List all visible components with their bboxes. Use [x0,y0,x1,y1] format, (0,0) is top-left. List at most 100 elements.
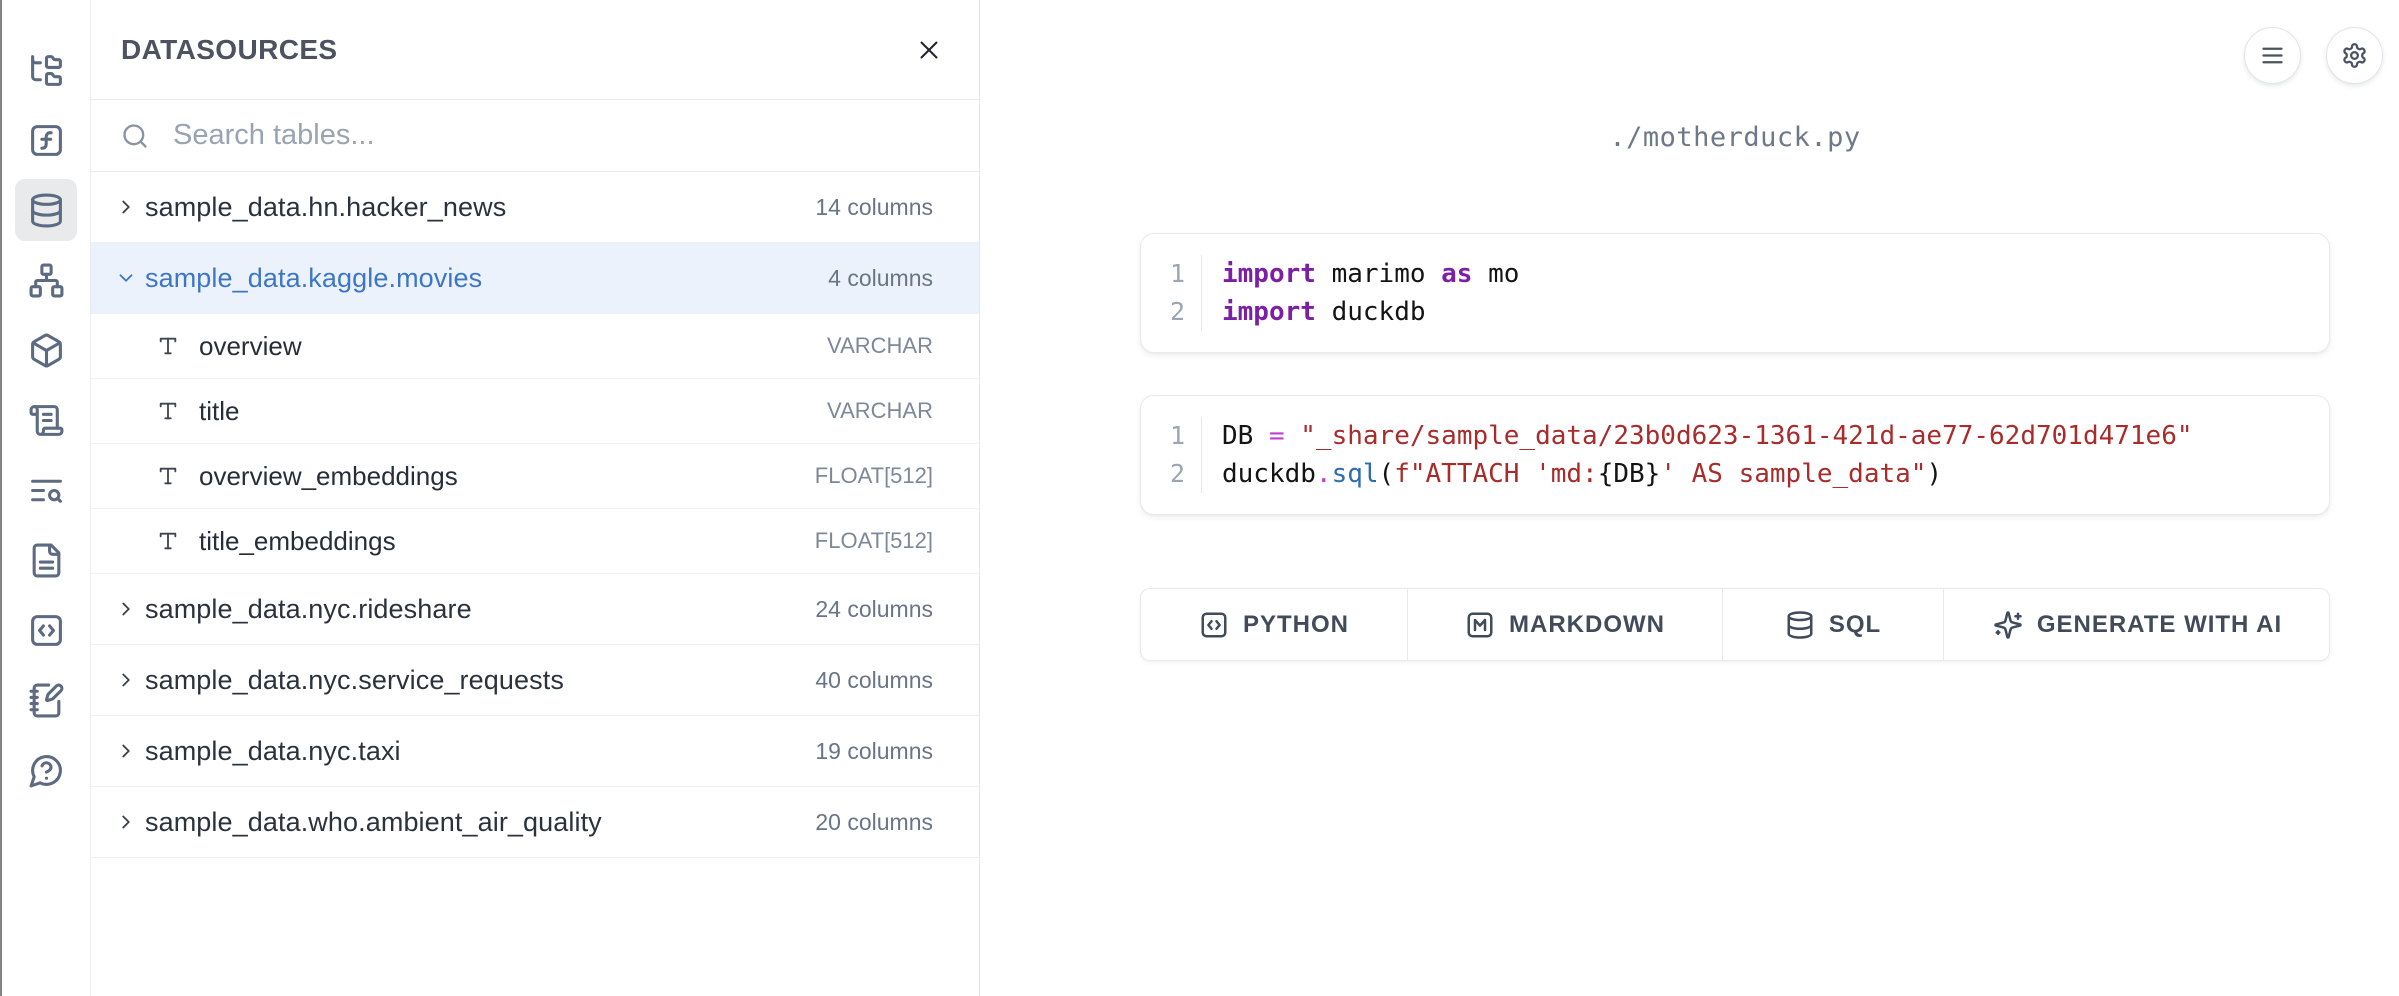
column-type: FLOAT[512] [815,463,933,489]
table-name: sample_data.hn.hacker_news [145,192,795,223]
sidebar-item-scratchpad[interactable] [15,669,77,731]
add-cell-generate-with-ai-button[interactable]: GENERATE WITH AI [1944,589,2330,660]
table-column-count: 19 columns [815,738,933,765]
table-column-count: 24 columns [815,596,933,623]
notebook-filename: ./motherduck.py [1140,122,2330,153]
sidebar-item-dependencies[interactable] [15,249,77,311]
menu-icon [2259,42,2286,69]
search-icon [121,122,149,150]
add-cell-bar: PYTHON MARKDOWN SQL GENERATE WITH AI [1140,588,2330,661]
column-row[interactable]: title_embeddingsFLOAT[512] [91,509,979,574]
table-row[interactable]: sample_data.nyc.service_requests 40 colum… [91,645,979,716]
column-row[interactable]: overviewVARCHAR [91,314,979,379]
table-column-count: 4 columns [828,265,933,292]
table-row[interactable]: sample_data.kaggle.movies 4 columns [91,243,979,314]
search-bar [91,100,979,172]
sidebar-item-snippets[interactable] [15,599,77,661]
panel-header: DATASOURCES [91,0,979,100]
text-search-icon [28,472,65,509]
table-row[interactable]: sample_data.nyc.taxi19 columns [91,716,979,787]
type-icon [157,465,179,487]
square-m-icon [1465,610,1495,640]
chevron-right-icon [115,669,137,691]
table-column-count: 14 columns [815,194,933,221]
table-column-count: 20 columns [815,809,933,836]
add-cell-label: MARKDOWN [1509,611,1665,639]
sidebar-item-outline[interactable] [15,389,77,451]
add-cell-label: GENERATE WITH AI [2037,611,2282,639]
sidebar-item-logs[interactable] [15,459,77,521]
box-icon [28,332,65,369]
column-name: overview [199,331,827,362]
code-line: DB = "_share/sample_data/23b0d623-1361-4… [1222,417,2305,455]
sidebar-item-file-explorer[interactable] [15,39,77,101]
close-panel-button[interactable] [907,28,951,72]
line-number: 1 [1155,255,1185,293]
column-type: FLOAT[512] [815,528,933,554]
folder-tree-icon [28,52,65,89]
sidebar-item-datasources[interactable] [15,179,77,241]
add-cell-python-button[interactable]: PYTHON [1141,589,1408,660]
code-cell[interactable]: 12 DB = "_share/sample_data/23b0d623-1361… [1140,395,2330,515]
code-line: import marimo as mo [1222,255,2305,293]
code-cell[interactable]: 12import marimo as moimport duckdb [1140,233,2330,353]
column-name: overview_embeddings [199,461,815,492]
table-name: sample_data.kaggle.movies [145,263,808,294]
notebook-controls [2244,27,2383,84]
add-cell-label: PYTHON [1243,611,1349,639]
column-row[interactable]: titleVARCHAR [91,379,979,444]
notebook-pen-icon [28,682,65,719]
square-code-icon [28,612,65,649]
search-input[interactable] [173,119,951,152]
settings-button[interactable] [2326,27,2383,84]
table-name: sample_data.nyc.service_requests [145,665,795,696]
cell-editor[interactable]: 12import marimo as moimport duckdb [1155,255,2305,331]
table-list: sample_data.hn.hacker_news14 columnssamp… [91,172,979,858]
cell-editor[interactable]: 12 DB = "_share/sample_data/23b0d623-1361… [1155,417,2305,493]
sidebar-item-documentation[interactable] [15,529,77,591]
table-row[interactable]: sample_data.who.ambient_air_quality 20 co… [91,787,979,858]
column-type: VARCHAR [827,333,933,359]
gear-icon [2341,42,2368,69]
table-name: sample_data.who.ambient_air_quality [145,807,795,838]
line-numbers: 12 [1155,255,1201,331]
code-line: duckdb.sql(f"ATTACH 'md:{DB}' AS sample_… [1222,455,2305,493]
code-content: import marimo as moimport duckdb [1201,255,2305,331]
code-content: DB = "_share/sample_data/23b0d623-1361-4… [1201,417,2305,493]
network-icon [28,262,65,299]
datasources-panel: DATASOURCES sample_data.hn.hacker_news 14… [90,0,980,996]
type-icon [157,400,179,422]
panel-title: DATASOURCES [121,34,907,66]
table-row[interactable]: sample_data.nyc.rideshare 24 columns [91,574,979,645]
line-number: 1 [1155,417,1185,455]
add-cell-sql-button[interactable]: SQL [1723,589,1944,660]
sidebar-item-help[interactable] [15,739,77,801]
notebook-area: ./motherduck.py 12import marimo as moimp… [980,0,2399,996]
activity-bar [2,0,90,996]
table-column-count: 40 columns [815,667,933,694]
message-circle-question-icon [28,752,65,789]
chevron-down-icon [115,267,137,289]
type-icon [157,335,179,357]
line-numbers: 12 [1155,417,1201,493]
database-icon [1785,610,1815,640]
column-row[interactable]: overview_embeddingsFLOAT[512] [91,444,979,509]
sidebar-item-packages[interactable] [15,319,77,381]
line-number: 2 [1155,293,1185,331]
add-cell-label: SQL [1829,611,1881,639]
column-name: title_embeddings [199,526,815,557]
table-row[interactable]: sample_data.hn.hacker_news 14 columns [91,172,979,243]
scroll-text-icon [28,402,65,439]
notebook-menu-button[interactable] [2244,27,2301,84]
marimo-app: DATASOURCES sample_data.hn.hacker_news14… [0,0,2399,996]
square-code-icon [1199,610,1229,640]
add-cell-markdown-button[interactable]: MARKDOWN [1408,589,1723,660]
line-number: 2 [1155,455,1185,493]
chevron-right-icon [115,740,137,762]
chevron-right-icon [115,196,137,218]
file-text-icon [28,542,65,579]
table-name: sample_data.nyc.rideshare [145,594,795,625]
chevron-right-icon [115,598,137,620]
sidebar-item-variables[interactable] [15,109,77,171]
chevron-right-icon [115,811,137,833]
